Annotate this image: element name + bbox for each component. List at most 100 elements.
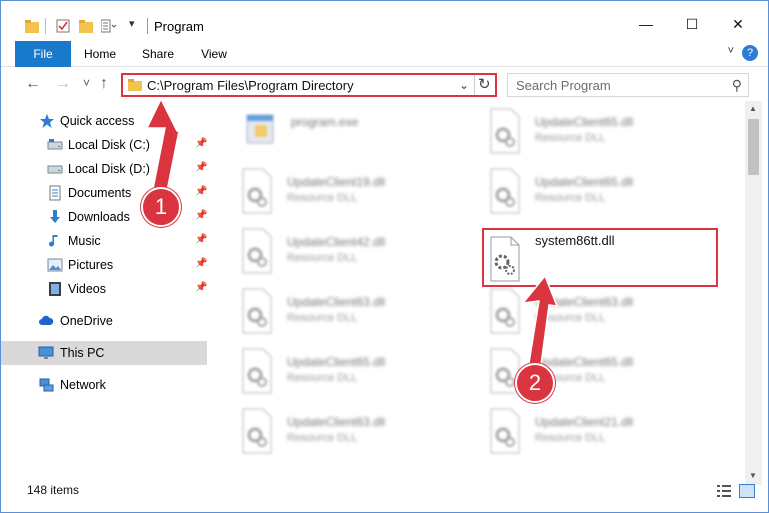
file-item[interactable]: UpdateClient21.dll Resource DLL [485,403,725,459]
back-button[interactable]: ← [25,75,41,93]
expand-ribbon-icon[interactable]: ˅ [728,45,734,57]
sidebar-item-music[interactable]: Music 📌 [1,229,207,253]
file-item[interactable]: UpdateClient65.dll Resource DLL [485,103,725,159]
refresh-icon[interactable]: ↻ [478,75,491,93]
pin-icon[interactable]: 📌 [195,258,207,269]
search-icon[interactable]: ⚲ [732,77,742,94]
dll-file-icon [242,168,272,214]
file-item[interactable]: UpdateClient42.dll Resource DLL [237,223,477,279]
file-item[interactable]: UpdateClient63.dll Resource DLL [485,283,725,339]
help-icon[interactable]: ? [742,45,758,61]
title-bar: ▾ Program — ☐ ✕ [1,1,768,41]
address-divider [474,75,475,95]
title-divider [147,18,148,34]
file-description: Resource DLL [535,432,606,444]
sidebar-item-label: Music [68,234,101,248]
explorer-window: ▾ Program — ☐ ✕ File Home Share View ˅ ?… [0,0,769,513]
sidebar-item-local-disk-d[interactable]: Local Disk (D:) 📌 [1,157,207,181]
dll-file-icon [490,168,520,214]
sidebar-item-network[interactable]: Network [1,373,207,397]
address-bar[interactable]: C:\Program Files\Program Directory ⌄ ↻ [121,73,497,97]
scroll-down-icon[interactable]: ▼ [749,471,757,480]
large-icons-view-icon[interactable] [739,484,755,498]
file-item-program-exe[interactable]: program.exe [241,103,481,159]
chevron-down-icon[interactable]: ⌄ [459,78,469,92]
pin-icon[interactable]: 📌 [195,138,207,149]
sidebar-item-label: This PC [60,346,105,360]
sidebar-item-this-pc[interactable]: This PC [1,341,207,365]
sidebar-item-pictures[interactable]: Pictures 📌 [1,253,207,277]
file-description: Resource DLL [287,312,358,324]
file-description: Resource DLL [287,432,358,444]
file-item[interactable]: UpdateClient65.dll Resource DLL [237,343,477,399]
file-name: UpdateClient65.dll [535,355,634,369]
monitor-icon [38,346,54,359]
documents-icon [49,185,61,201]
address-path[interactable]: C:\Program Files\Program Directory [147,78,354,93]
search-input[interactable] [508,74,723,96]
file-item[interactable]: UpdateClient65.dll Resource DLL [485,163,725,219]
sidebar-item-label: Quick access [60,114,135,128]
minimize-icon: — [639,16,653,32]
star-icon [40,114,54,128]
dll-file-icon [490,288,520,334]
pin-icon[interactable]: 📌 [195,186,207,197]
tab-home[interactable]: Home [77,41,123,67]
annotation-badge-1: 1 [141,187,181,227]
file-name: UpdateClient63.dll [287,295,386,309]
sidebar-item-label: OneDrive [60,314,113,328]
up-button[interactable]: ↑ [100,75,108,93]
search-box[interactable]: ⚲ [507,73,749,97]
tab-share[interactable]: Share [135,41,181,67]
maximize-button[interactable]: ☐ [669,9,715,39]
exe-file-icon [246,114,274,144]
scroll-up-icon[interactable]: ▲ [749,104,757,113]
file-name: UpdateClient65.dll [287,355,386,369]
pin-icon[interactable]: 📌 [195,162,207,173]
scrollbar-thumb[interactable] [748,119,759,175]
customize-toolbar-icon[interactable] [101,19,117,33]
dll-file-icon [490,108,520,154]
sidebar-item-label: Pictures [68,258,114,272]
file-name: UpdateClient21.dll [535,415,634,429]
new-folder-icon[interactable] [79,19,93,33]
pin-icon[interactable]: 📌 [195,234,207,245]
sidebar-item-label: Local Disk (D:) [68,162,150,176]
sidebar-item-videos[interactable]: Videos 📌 [1,277,207,301]
vertical-scrollbar[interactable]: ▲ ▼ [745,101,762,485]
file-name: program.exe [291,115,359,129]
sidebar-item-onedrive[interactable]: OneDrive [1,309,207,333]
ribbon-tabs: File Home Share View ˅ ? [1,41,768,67]
recent-locations-button[interactable]: ˅ [83,76,90,90]
close-icon: ✕ [732,15,744,32]
close-button[interactable]: ✕ [715,9,761,39]
navigation-pane: Quick access Local Disk (C:) 📌 Local Dis… [1,107,209,467]
details-view-icon[interactable] [716,484,732,498]
folder-icon[interactable] [25,19,39,33]
download-icon [50,210,60,223]
music-icon [49,235,58,247]
sidebar-item-label: Downloads [68,210,130,224]
file-name: UpdateClient63.dll [535,295,634,309]
dll-file-icon [490,408,520,454]
sidebar-item-quick-access[interactable]: Quick access [1,109,207,133]
tab-view[interactable]: View [191,41,237,67]
quick-access-dropdown-icon[interactable]: ▾ [129,17,135,30]
properties-icon[interactable] [56,19,70,33]
file-item[interactable]: UpdateClient63.dll Resource DLL [237,283,477,339]
toolbar-divider [45,18,46,34]
maximize-icon: ☐ [685,15,699,32]
sidebar-item-label: Videos [68,282,106,296]
annotation-badge-2: 2 [515,363,555,403]
sidebar-item-local-disk-c[interactable]: Local Disk (C:) 📌 [1,133,207,157]
minimize-button[interactable]: — [623,9,669,39]
pin-icon[interactable]: 📌 [195,282,207,293]
file-item[interactable]: UpdateClient19.dll Resource DLL [237,163,477,219]
sidebar-item-label: Documents [68,186,132,200]
drive-icon [47,139,63,150]
pin-icon[interactable]: 📌 [195,210,207,221]
tab-file[interactable]: File [15,41,71,67]
cloud-icon [39,315,54,325]
file-item[interactable]: UpdateClient63.dll Resource DLL [237,403,477,459]
forward-button[interactable]: → [55,75,71,93]
